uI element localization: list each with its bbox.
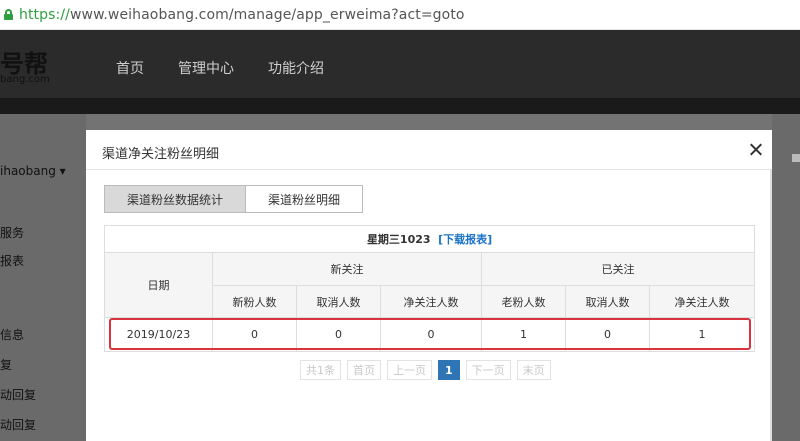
browser-address-bar[interactable]: https://www.weihaobang.com/manage/app_er…	[0, 0, 800, 30]
pager-current-page[interactable]: 1	[438, 360, 460, 380]
modal-scrollbar[interactable]	[770, 170, 772, 441]
sidebar-item[interactable]: 复	[0, 356, 12, 373]
cell-value: 0	[296, 317, 381, 352]
nav-links: 首页 管理中心 功能介绍	[116, 58, 324, 78]
top-navigation: 号帮 bang.com 首页 管理中心 功能介绍	[0, 30, 800, 98]
sidebar: ihaobang ▾ 服务 报表 信息 复 动回复 动回复	[0, 114, 86, 441]
fans-detail-modal: 渠道净关注粉丝明细 渠道粉丝数据统计 渠道粉丝明细 星期三1023 [下载报表]…	[86, 130, 772, 441]
column-header: 新粉人数	[212, 285, 297, 318]
report-table: 星期三1023 [下载报表] 日期 新关注 已关注 新粉人数 取消人数 净关注人…	[103, 225, 756, 352]
column-header: 净关注人数	[648, 285, 756, 318]
cell-value: 1	[648, 317, 756, 352]
lock-icon	[4, 9, 13, 20]
nav-item-features[interactable]: 功能介绍	[268, 58, 324, 78]
group-header-new-follow: 新关注	[212, 252, 482, 286]
pager-total: 共1条	[300, 360, 341, 380]
url-path: www.weihaobang.com/manage/app_erweima?ac…	[69, 6, 465, 23]
right-panel-handle	[792, 154, 800, 162]
cell-value: 0	[565, 317, 650, 352]
cell-value: 0	[380, 317, 482, 352]
close-icon[interactable]	[746, 140, 766, 160]
url-text[interactable]: https://www.weihaobang.com/manage/app_er…	[19, 7, 465, 23]
pager-prev-button[interactable]: 上一页	[387, 360, 432, 380]
tab-channel-detail[interactable]: 渠道粉丝明细	[246, 185, 364, 213]
right-edge-panel	[772, 114, 800, 441]
download-report-link[interactable]: [下载报表]	[438, 233, 492, 246]
report-caption: 星期三1023 [下载报表]	[103, 225, 756, 253]
column-header: 净关注人数	[380, 285, 482, 318]
tab-channel-stats[interactable]: 渠道粉丝数据统计	[104, 185, 247, 213]
cell-value: 1	[481, 317, 566, 352]
cell-value: 0	[212, 317, 297, 352]
column-header: 取消人数	[296, 285, 381, 318]
sidebar-item[interactable]: 动回复	[0, 416, 36, 433]
pager-last-button[interactable]: 末页	[516, 360, 551, 380]
report-title: 星期三1023	[366, 233, 431, 246]
sidebar-item[interactable]: 报表	[0, 252, 24, 269]
table-row: 2019/10/23 0 0 0 1 0 1	[104, 317, 756, 352]
url-scheme: https://	[19, 6, 70, 23]
sidebar-item[interactable]: 服务	[0, 224, 24, 241]
report-caption-row: 星期三1023 [下载报表]	[103, 225, 756, 253]
site-logo-domain: bang.com	[0, 74, 50, 85]
group-header-existing-follow: 已关注	[480, 252, 756, 286]
nav-item-home[interactable]: 首页	[116, 58, 144, 78]
nav-item-manage[interactable]: 管理中心	[178, 58, 234, 78]
modal-tabs: 渠道粉丝数据统计 渠道粉丝明细	[104, 185, 364, 213]
modal-title: 渠道净关注粉丝明细	[102, 147, 220, 162]
table-group-header: 日期 新关注 已关注	[104, 252, 756, 318]
pagination: 共1条 首页 上一页 1 下一页 末页	[300, 360, 551, 380]
pager-next-button[interactable]: 下一页	[465, 360, 511, 380]
sub-header-bar	[0, 98, 800, 114]
pager-first-button[interactable]: 首页	[347, 360, 381, 380]
sidebar-item[interactable]: 信息	[0, 326, 24, 343]
date-column-header: 日期	[104, 252, 213, 318]
column-header: 取消人数	[565, 285, 650, 318]
column-header: 老粉人数	[481, 285, 566, 318]
sidebar-user[interactable]: ihaobang ▾	[0, 164, 66, 178]
sidebar-item[interactable]: 动回复	[0, 386, 36, 403]
modal-header: 渠道净关注粉丝明细	[86, 130, 772, 170]
cell-date: 2019/10/23	[104, 317, 213, 352]
